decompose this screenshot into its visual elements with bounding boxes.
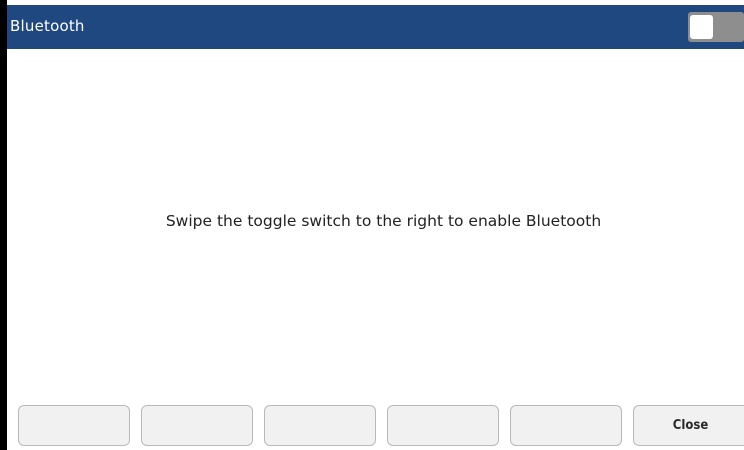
title-bar: Bluetooth [7, 5, 744, 49]
content-area: Swipe the toggle switch to the right to … [7, 49, 744, 400]
bluetooth-toggle-switch[interactable] [688, 12, 744, 42]
instruction-message: Swipe the toggle switch to the right to … [165, 212, 602, 230]
soft-key-bar: Close [18, 405, 744, 448]
page-title: Bluetooth [10, 17, 85, 35]
bluetooth-screen: Bluetooth Swipe the toggle switch to the… [0, 0, 744, 450]
soft-key-4[interactable] [387, 405, 499, 446]
soft-key-1[interactable] [18, 405, 130, 446]
soft-key-5[interactable] [510, 405, 622, 446]
soft-key-2[interactable] [141, 405, 253, 446]
close-button[interactable]: Close [633, 405, 744, 446]
toggle-knob[interactable] [690, 15, 713, 39]
left-border [0, 0, 7, 450]
soft-key-3[interactable] [264, 405, 376, 446]
